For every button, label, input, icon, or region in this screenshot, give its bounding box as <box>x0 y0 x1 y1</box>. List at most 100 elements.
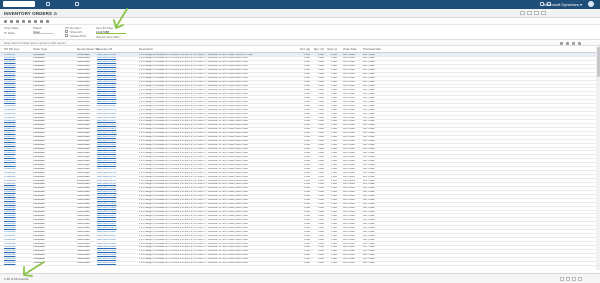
cell-inventory-id[interactable]: 9901-8025-5145C <box>97 61 133 64</box>
cell-inventory-id[interactable]: 9901-8025-5173G <box>97 172 133 175</box>
cell-inventory-id[interactable]: 9901-8025-5172F <box>97 168 133 171</box>
first-page-button[interactable] <box>560 277 564 281</box>
cell-po-nbr[interactable]: PO002503 <box>4 258 20 261</box>
column-header-ordered-qty[interactable]: Ord. Qty <box>300 47 310 51</box>
cell-po-nbr[interactable]: PO002499 <box>4 243 20 246</box>
menu-icon[interactable] <box>75 2 79 6</box>
cell-inventory-id[interactable]: 9901-8025-5152K <box>97 89 133 92</box>
cell-inventory-id[interactable]: 9901-8025-5183S <box>97 211 133 214</box>
cell-inventory-id[interactable]: 9901-8025-5184T <box>97 215 133 218</box>
cell-inventory-id[interactable]: 9901-8025-5153L <box>97 93 133 96</box>
cell-po-nbr[interactable]: PO002454 <box>4 65 20 68</box>
cell-po-nbr[interactable]: PO002496 <box>4 231 20 234</box>
vertical-scrollbar[interactable] <box>596 46 600 270</box>
cell-inventory-id[interactable]: 9901-8025-5161U <box>97 124 133 127</box>
cell-inventory-id[interactable]: 9901-8025-5195E <box>97 258 133 261</box>
cell-inventory-id[interactable]: 9901-8025-5194D <box>97 254 133 257</box>
cell-po-nbr[interactable]: PO002473 <box>4 140 20 143</box>
column-header-order-type[interactable]: Order Type <box>33 47 53 51</box>
cell-inventory-id[interactable]: 9901-8025-5158R <box>97 113 133 116</box>
cell-inventory-id[interactable]: 9901-8025-5177L <box>97 187 133 190</box>
cell-po-nbr[interactable]: PO002468 <box>4 120 20 123</box>
cell-inventory-id[interactable]: 9901-8025-5187W <box>97 227 133 230</box>
save-icon[interactable] <box>4 20 7 23</box>
cell-po-nbr[interactable]: PO002456 <box>4 73 20 76</box>
cell-inventory-id[interactable]: 9901-8025-5159S <box>97 117 133 120</box>
status-field[interactable]: Open <box>33 30 53 34</box>
customization-button[interactable] <box>534 11 539 15</box>
cell-po-nbr[interactable]: PO002453 <box>4 61 20 64</box>
previous-record-icon[interactable] <box>40 20 43 23</box>
last-page-button[interactable] <box>578 277 582 281</box>
cell-po-nbr[interactable]: PO002495 <box>4 227 20 230</box>
cell-po-nbr[interactable]: PO002461 <box>4 93 20 96</box>
cell-inventory-id[interactable]: 9901-8025-5149G <box>97 77 133 80</box>
cell-inventory-id[interactable]: 9901-8025-5169C <box>97 156 133 159</box>
copy-icon[interactable] <box>28 20 31 23</box>
cell-po-nbr[interactable]: PO002479 <box>4 164 20 167</box>
column-header-open-qty[interactable]: Open Qty <box>327 47 337 51</box>
refresh-icon[interactable] <box>560 42 563 45</box>
cell-inventory-id[interactable]: 9901-8025-5176K <box>97 183 133 186</box>
scrollbar-thumb[interactable] <box>596 47 600 77</box>
cell-inventory-id[interactable]: 9901-8025-5193C <box>97 250 133 253</box>
cell-po-nbr[interactable]: PO002491 <box>4 211 20 214</box>
next-page-button[interactable] <box>572 277 576 281</box>
column-header-received-qty[interactable]: Rec. Qty <box>314 47 324 51</box>
cell-po-nbr[interactable]: PO002457 <box>4 77 20 80</box>
delete-icon[interactable] <box>22 20 25 23</box>
cell-inventory-id[interactable]: 9901-8025-5174H <box>97 176 133 179</box>
column-header-order-date[interactable]: Order Date <box>343 47 361 51</box>
cell-inventory-id[interactable]: 9901-8025-5167A <box>97 148 133 151</box>
cell-inventory-id[interactable]: 9901-8025-5163W <box>97 132 133 135</box>
cell-po-nbr[interactable]: PO002459 <box>4 85 20 88</box>
undo-icon[interactable] <box>10 20 13 23</box>
cell-po-nbr[interactable]: PO002471 <box>4 132 20 135</box>
cell-po-nbr[interactable]: PO002476 <box>4 152 20 155</box>
cell-po-nbr[interactable]: PO002490 <box>4 207 20 210</box>
cell-inventory-id[interactable]: 9901-8025-5175J <box>97 180 133 183</box>
cell-po-nbr[interactable]: PO002501 <box>4 250 20 253</box>
notes-button[interactable] <box>520 11 525 15</box>
cell-po-nbr[interactable]: PO002484 <box>4 183 20 186</box>
column-header-promised-date[interactable]: Promised Date <box>363 47 381 51</box>
cell-po-nbr[interactable]: PO002463 <box>4 101 20 104</box>
cell-po-nbr[interactable]: PO002467 <box>4 117 20 120</box>
cell-inventory-id[interactable]: 9901-8025-5151J <box>97 85 133 88</box>
cell-po-nbr[interactable]: PO002465 <box>4 109 20 112</box>
closed-pos-checkbox[interactable] <box>65 34 68 37</box>
cell-inventory-id[interactable]: 9901-8025-5186V <box>97 223 133 226</box>
cell-po-nbr[interactable]: PO002492 <box>4 215 20 218</box>
cell-po-nbr[interactable]: PO002478 <box>4 160 20 163</box>
cell-po-nbr[interactable]: PO002481 <box>4 172 20 175</box>
cell-inventory-id[interactable]: 9901-8025-5148F <box>97 73 133 76</box>
cell-inventory-id[interactable]: 9901-8025-5188X <box>97 231 133 234</box>
fit-columns-icon[interactable] <box>566 42 569 45</box>
cell-po-nbr[interactable]: PO002477 <box>4 156 20 159</box>
cell-inventory-id[interactable]: 9901-8025-5185U <box>97 219 133 222</box>
cell-po-nbr[interactable]: PO002487 <box>4 195 20 198</box>
cell-po-nbr[interactable]: PO002466 <box>4 113 20 116</box>
cell-inventory-id[interactable]: 9901-8025-5181Q <box>97 203 133 206</box>
column-header-description[interactable]: Description <box>139 47 299 51</box>
cell-inventory-id[interactable]: 9901-8025-5168B <box>97 152 133 155</box>
cell-po-nbr[interactable]: PO002469 <box>4 124 20 127</box>
cell-po-nbr[interactable]: PO002498 <box>4 239 20 242</box>
cell-inventory-id[interactable]: 9901-8025-5164X <box>97 136 133 139</box>
cell-inventory-id[interactable]: 9901-8025-5144B <box>97 57 133 60</box>
cell-po-nbr[interactable]: PO002475 <box>4 148 20 151</box>
cell-inventory-id[interactable]: 9901-8025-5162V <box>97 128 133 131</box>
cell-inventory-id[interactable]: 9901-8025-5190Z <box>97 239 133 242</box>
cell-po-nbr[interactable]: PO002470 <box>4 128 20 131</box>
first-record-icon[interactable] <box>34 20 37 23</box>
cell-po-nbr[interactable]: PO002502 <box>4 254 20 257</box>
previous-page-button[interactable] <box>566 277 570 281</box>
cell-inventory-id[interactable]: 9901-8025-5179N <box>97 195 133 198</box>
cell-inventory-id[interactable]: 9901-8025-5155N <box>97 101 133 104</box>
cell-inventory-id[interactable]: 9901-8025-5192B <box>97 246 133 249</box>
column-header-status[interactable]: Receipt Descr Status <box>77 47 99 51</box>
add-icon[interactable] <box>16 20 19 23</box>
cell-inventory-id[interactable]: 9901-8025-5196F <box>97 262 133 265</box>
global-search-input[interactable] <box>3 1 35 7</box>
cell-po-nbr[interactable]: PO002500 <box>4 246 20 249</box>
